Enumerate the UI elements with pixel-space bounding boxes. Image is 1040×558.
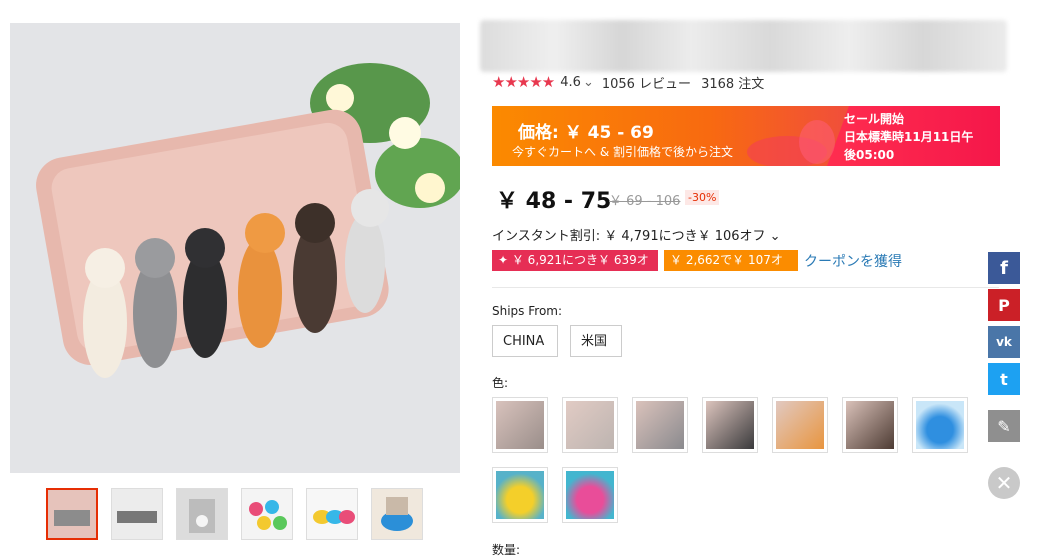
thumbnail-3[interactable] [176,488,228,540]
rating-score: 4.6 [560,74,581,90]
ships-from-label: Ships From: [492,304,563,318]
rating-row: ★★★★★ 4.6 ⌄ 1056 レビュー 3168 注文 [492,73,765,92]
product-title-blurred [480,20,1007,72]
color-swatch-4[interactable] [702,397,758,453]
twitter-share-icon[interactable]: t [988,363,1020,395]
thumbnail-4[interactable] [241,488,293,540]
color-swatch-8[interactable] [492,467,548,523]
sale-start-info: セール開始 日本標準時11月11日午 後05:00 [844,112,974,162]
color-swatch-5[interactable] [772,397,828,453]
color-swatch-9[interactable] [562,467,618,523]
instant-discount[interactable]: インスタント割引: ￥ 4,791につき￥ 106オフ ⌄ [492,225,781,244]
star-rating-icon: ★★★★★ [492,73,555,91]
coupon-red[interactable]: ✦ ￥ 6,921につき￥ 639オフ [492,250,658,288]
original-price: ￥ 69 - 106 [609,194,681,209]
thumbnail-2[interactable] [111,488,163,540]
get-coupon-link[interactable]: クーポンを獲得 [804,251,902,271]
divider [492,287,999,288]
banner-price: 価格: ￥ 45 - 69 [518,123,654,143]
color-swatch-6[interactable] [842,397,898,453]
order-count: 3168 注文 [701,76,765,92]
ship-option-china[interactable]: CHINA [492,325,558,357]
pinterest-share-icon[interactable]: P [988,289,1020,321]
chevron-down-icon[interactable]: ⌄ [583,75,594,90]
quantity-label: 数量: [492,543,521,557]
current-price: ￥ 48 - 75 [496,189,612,214]
color-swatch-3[interactable] [632,397,688,453]
vk-share-icon[interactable]: vk [988,326,1020,358]
facebook-share-icon[interactable]: f [988,252,1020,284]
color-swatch-2[interactable] [562,397,618,453]
edit-icon[interactable]: ✎ [988,410,1020,442]
thumbnail-6[interactable] [371,488,423,540]
color-label: 色: [492,376,509,390]
close-icon[interactable]: ✕ [988,467,1020,499]
sale-banner: 価格: ￥ 45 - 69 今すぐカートへ & 割引価格で後から注文 セール開始… [492,106,1000,166]
color-swatch-1[interactable] [492,397,548,453]
ship-option-us[interactable]: 米国 [570,325,622,357]
banner-subtext: 今すぐカートへ & 割引価格で後から注文 [512,145,733,159]
main-product-image[interactable] [10,23,460,473]
review-count[interactable]: 1056 レビュー [602,73,691,92]
discount-badge: -30% [685,190,720,205]
color-swatch-7[interactable] [912,397,968,453]
thumbnail-5[interactable] [306,488,358,540]
thumbnail-1[interactable] [46,488,98,540]
coupon-orange[interactable]: ￥ 2,662で￥ 107オフ [664,250,798,288]
